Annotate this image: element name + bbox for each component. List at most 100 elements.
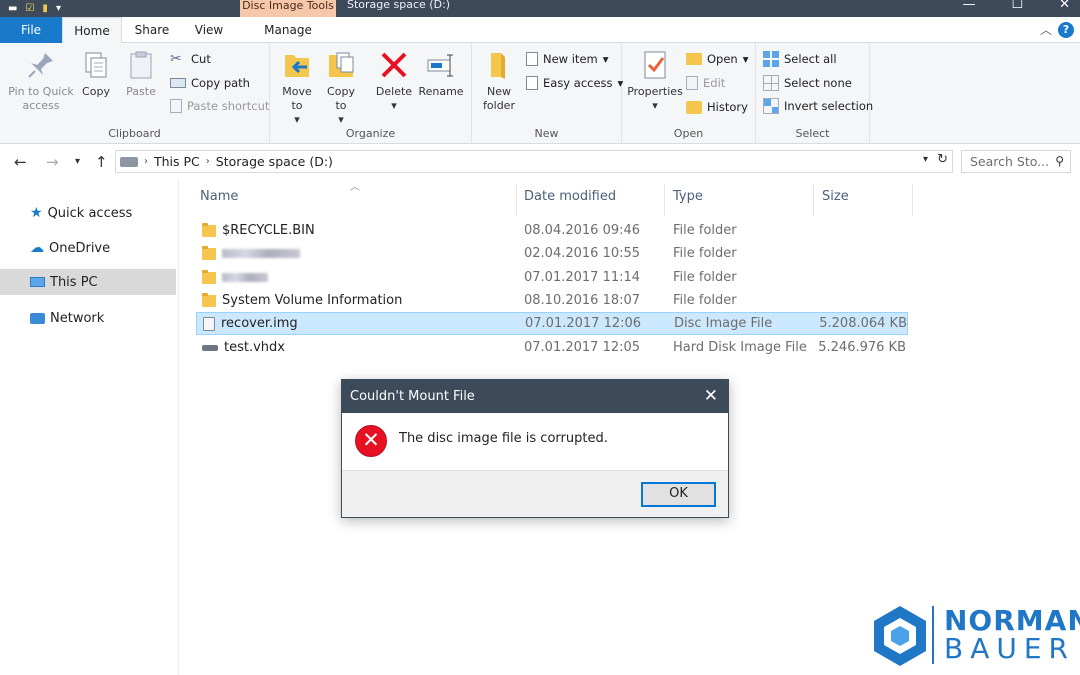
- easy-access-button[interactable]: Easy access ▾: [526, 73, 623, 93]
- copy-path-button[interactable]: Copy path: [170, 73, 250, 93]
- new-folder-qat-icon[interactable]: ▮: [42, 3, 48, 14]
- address-row: ← → ▾ ↑ › This PC › Storage space (D:) ▾…: [0, 145, 1080, 177]
- qat-dropdown-icon[interactable]: ▾: [56, 3, 61, 14]
- nav-item-this-pc[interactable]: This PC: [0, 269, 176, 295]
- brand-surname: BAUER: [944, 632, 1076, 665]
- computer-icon: [30, 277, 45, 287]
- move-to-icon: [285, 55, 309, 77]
- history-button[interactable]: History: [686, 97, 748, 117]
- brand-watermark: NORMAN BAUER: [870, 600, 1080, 675]
- group-label-select: Select: [795, 127, 830, 140]
- table-row[interactable]: System Volume Information 08.10.2016 18:…: [196, 289, 908, 312]
- address-bar[interactable]: › This PC › Storage space (D:) ▾ ↻: [115, 150, 953, 173]
- drive-icon[interactable]: ▬: [8, 3, 17, 14]
- dialog-close-icon[interactable]: ✕: [704, 380, 718, 413]
- tab-view[interactable]: View: [182, 17, 236, 43]
- column-header-type[interactable]: Type: [664, 184, 814, 216]
- up-arrow-icon[interactable]: ↑: [95, 153, 108, 171]
- cut-button[interactable]: ✂ Cut: [170, 49, 211, 69]
- window-title: Storage space (D:): [347, 0, 451, 11]
- group-label-open: Open: [673, 127, 704, 140]
- folder-icon: [202, 269, 216, 284]
- ok-button[interactable]: OK: [641, 482, 716, 507]
- new-item-icon: [526, 52, 538, 66]
- table-row[interactable]: 07.01.2017 11:14 File folder: [196, 266, 908, 289]
- folder-icon: [202, 245, 216, 260]
- new-item-dropdown-icon: ▾: [602, 52, 609, 66]
- column-header-name[interactable]: Name: [191, 184, 517, 216]
- properties-button[interactable]: Properties ▾: [626, 49, 684, 113]
- select-none-icon: [763, 75, 779, 91]
- cloud-icon: ☁: [30, 240, 44, 256]
- chevron-right-icon[interactable]: ›: [206, 156, 210, 167]
- close-button[interactable]: ✕: [1059, 0, 1070, 12]
- forward-arrow-icon[interactable]: →: [46, 153, 59, 171]
- nav-item-quick-access[interactable]: ★ Quick access: [0, 200, 176, 226]
- brand-divider: [932, 606, 934, 664]
- folder-icon: [202, 222, 216, 237]
- paste-shortcut-button[interactable]: Paste shortcut: [170, 96, 269, 116]
- delete-dropdown-icon: ▾: [391, 99, 397, 112]
- properties-check-icon[interactable]: ☑: [25, 3, 34, 14]
- context-tab-disc-image-tools[interactable]: Disc Image Tools: [240, 0, 336, 17]
- help-icon[interactable]: ?: [1058, 22, 1074, 38]
- new-folder-button[interactable]: New folder: [478, 49, 520, 113]
- address-dropdown-icon[interactable]: ▾: [923, 154, 928, 165]
- move-to-dropdown-icon: ▾: [294, 113, 300, 126]
- tab-manage[interactable]: Manage: [240, 17, 336, 43]
- collapse-ribbon-icon[interactable]: ︿: [1040, 21, 1052, 38]
- copy-to-dropdown-icon: ▾: [338, 113, 344, 126]
- pin-icon: [28, 53, 53, 78]
- group-select: Select all Select none Invert selection …: [756, 43, 873, 144]
- ribbon-tab-row: File Home Share View Manage ︿ ?: [0, 17, 1080, 44]
- properties-icon: [644, 51, 666, 79]
- table-row[interactable]: test.vhdx 07.01.2017 12:05 Hard Disk Ima…: [196, 336, 908, 359]
- breadcrumb-storage-space[interactable]: Storage space (D:): [216, 154, 333, 169]
- delete-button[interactable]: Delete ▾: [374, 49, 414, 113]
- column-header-date[interactable]: Date modified: [515, 184, 665, 216]
- table-row[interactable]: $RECYCLE.BIN 08.04.2016 09:46 File folde…: [196, 219, 908, 242]
- dialog-message: The disc image file is corrupted.: [399, 431, 608, 446]
- edit-button[interactable]: Edit: [686, 73, 725, 93]
- table-row[interactable]: 02.04.2016 10:55 File folder: [196, 242, 908, 265]
- paste-shortcut-icon: [170, 99, 182, 113]
- group-open: Properties ▾ Open ▾ Edit History Open: [622, 43, 756, 144]
- tab-file[interactable]: File: [0, 17, 62, 43]
- redacted-name: [222, 249, 300, 258]
- table-row-selected[interactable]: recover.img 07.01.2017 12:06 Disc Image …: [196, 312, 908, 335]
- chevron-right-icon[interactable]: ›: [144, 156, 148, 167]
- column-header-size[interactable]: Size: [813, 184, 913, 216]
- paste-icon: [130, 51, 152, 79]
- tab-home[interactable]: Home: [62, 17, 122, 44]
- paste-button[interactable]: Paste: [120, 49, 162, 99]
- star-icon: ★: [30, 205, 43, 221]
- nav-item-network[interactable]: Network: [0, 305, 176, 331]
- folder-icon: [202, 292, 216, 307]
- group-organize: Move to ▾ Copy to ▾ Delete ▾ Rename Orga…: [270, 43, 472, 144]
- rename-button[interactable]: Rename: [418, 49, 464, 99]
- select-none-button[interactable]: Select none: [763, 73, 852, 93]
- quick-access-toolbar: ▬ ☑ ▮ ▾: [8, 0, 61, 17]
- nav-item-onedrive[interactable]: ☁ OneDrive: [0, 235, 176, 261]
- back-arrow-icon[interactable]: ←: [14, 153, 27, 171]
- refresh-icon[interactable]: ↻: [937, 152, 948, 167]
- pin-quick-access-button[interactable]: Pin to Quick access: [6, 49, 76, 113]
- new-item-button[interactable]: New item ▾: [526, 49, 609, 69]
- select-all-button[interactable]: Select all: [763, 49, 837, 69]
- open-folder-icon: [686, 53, 702, 65]
- open-button[interactable]: Open ▾: [686, 49, 749, 69]
- copy-to-button[interactable]: Copy to ▾: [322, 49, 360, 127]
- search-input[interactable]: Search Sto... ⚲: [961, 150, 1071, 173]
- maximize-button[interactable]: ☐: [1011, 0, 1023, 12]
- select-all-icon: [763, 51, 779, 67]
- group-label-organize: Organize: [345, 127, 396, 140]
- copy-button[interactable]: Copy: [78, 49, 114, 99]
- minimize-button[interactable]: —: [962, 0, 975, 12]
- error-icon: ✕: [355, 425, 387, 457]
- invert-selection-button[interactable]: Invert selection: [763, 96, 873, 116]
- title-bar: ▬ ☑ ▮ ▾ Disc Image Tools Storage space (…: [0, 0, 1080, 17]
- tab-share[interactable]: Share: [125, 17, 179, 43]
- breadcrumb-this-pc[interactable]: This PC: [154, 154, 200, 169]
- recent-locations-chevron-icon[interactable]: ▾: [75, 156, 80, 167]
- move-to-button[interactable]: Move to ▾: [278, 49, 316, 127]
